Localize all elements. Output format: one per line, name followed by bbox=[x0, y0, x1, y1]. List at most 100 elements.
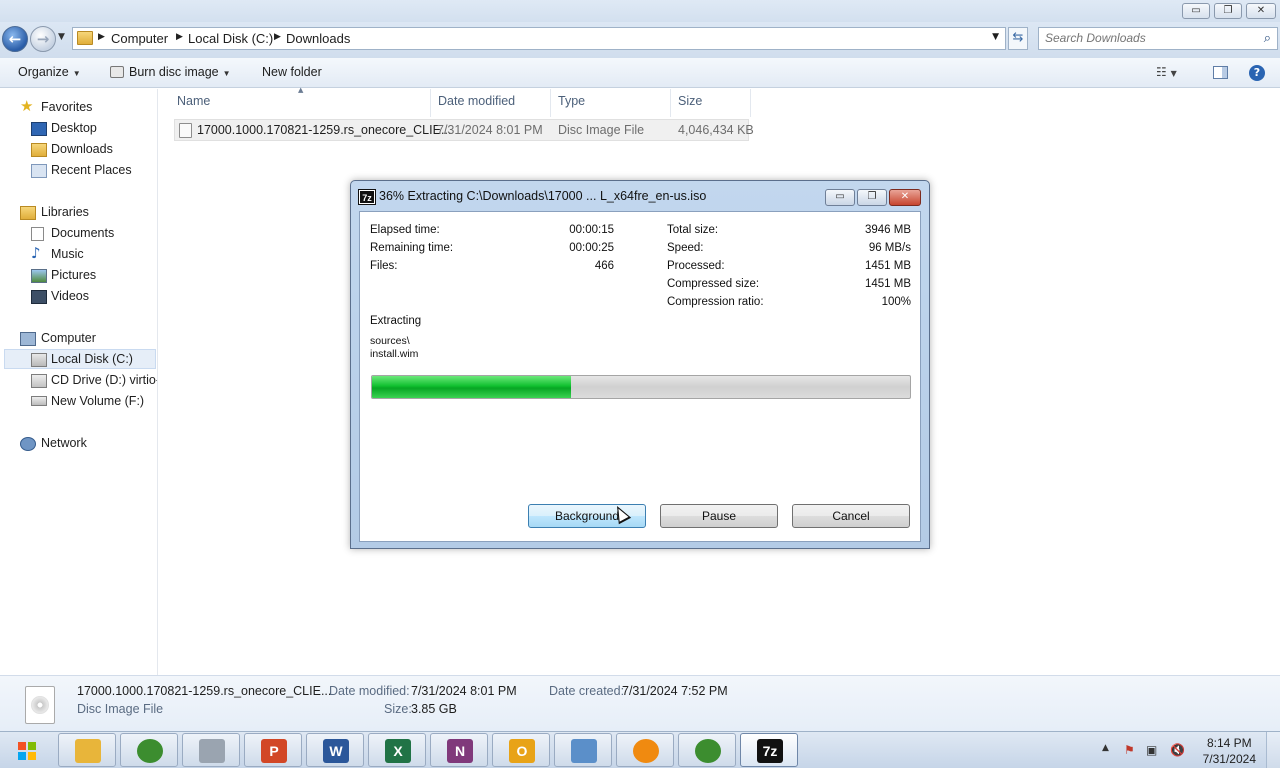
address-bar[interactable]: ▶ Computer ▶ Local Disk (C:) ▶ Downloads… bbox=[72, 27, 1006, 50]
dialog-title-text: 36% Extracting C:\Downloads\17000 ... L_… bbox=[379, 189, 707, 203]
dialog-minimize-button[interactable]: ▭ bbox=[825, 189, 855, 206]
nav-music[interactable]: Music bbox=[51, 247, 84, 261]
address-dropdown-icon[interactable]: ▼ bbox=[992, 32, 999, 42]
speed-label: Speed: bbox=[667, 242, 704, 254]
extract-progress-bar bbox=[371, 375, 911, 399]
compressed-size-value: 1451 MB bbox=[864, 278, 911, 290]
change-view-button[interactable]: ☷ ▼ bbox=[1156, 65, 1177, 79]
organize-label: Organize bbox=[18, 65, 69, 79]
new-folder-button[interactable]: New folder bbox=[262, 65, 322, 79]
compressed-size-label: Compressed size: bbox=[667, 278, 760, 290]
compression-ratio-label: Compression ratio: bbox=[667, 296, 764, 308]
taskbar-outlook-button[interactable]: O bbox=[492, 733, 550, 767]
search-input[interactable] bbox=[1045, 31, 1245, 45]
nav-pictures[interactable]: Pictures bbox=[51, 268, 96, 282]
preview-pane-button[interactable] bbox=[1213, 66, 1228, 79]
breadcrumb-separator-icon[interactable]: ▶ bbox=[98, 32, 105, 42]
nav-recent-places[interactable]: Recent Places bbox=[51, 163, 132, 177]
breadcrumb-separator-icon[interactable]: ▶ bbox=[176, 32, 183, 42]
dialog-title: 7z 36% Extracting C:\Downloads\17000 ... … bbox=[358, 189, 707, 205]
chevron-down-icon: ▼ bbox=[222, 69, 231, 78]
elapsed-time-value: 00:00:15 bbox=[569, 224, 614, 236]
column-date-modified[interactable]: Date modified bbox=[438, 94, 515, 108]
column-divider[interactable] bbox=[430, 89, 431, 117]
cancel-button[interactable]: Cancel bbox=[792, 504, 910, 528]
nav-cd-drive[interactable]: CD Drive (D:) virtio-w bbox=[51, 373, 157, 387]
breadcrumb-separator-icon[interactable]: ▶ bbox=[274, 32, 281, 42]
remaining-time-value: 00:00:25 bbox=[569, 242, 614, 254]
videos-icon bbox=[31, 290, 47, 304]
taskbar-virtualbox-button[interactable] bbox=[182, 733, 240, 767]
volume-muted-icon[interactable]: 🔇 bbox=[1170, 743, 1185, 757]
column-type[interactable]: Type bbox=[558, 94, 585, 108]
column-divider[interactable] bbox=[670, 89, 671, 117]
forward-button[interactable]: → bbox=[30, 26, 56, 52]
speed-value: 96 MB/s bbox=[868, 242, 911, 254]
minimize-button[interactable]: ▭ bbox=[1182, 3, 1210, 19]
nav-documents[interactable]: Documents bbox=[51, 226, 114, 240]
column-size[interactable]: Size bbox=[678, 94, 702, 108]
pictures-icon bbox=[31, 269, 47, 283]
dialog-body: Elapsed time: 00:00:15 Remaining time: 0… bbox=[359, 211, 921, 542]
chevron-down-icon: ▼ bbox=[1170, 69, 1177, 78]
breadcrumb-computer[interactable]: Computer bbox=[111, 31, 168, 46]
nav-videos[interactable]: Videos bbox=[51, 289, 89, 303]
nav-downloads[interactable]: Downloads bbox=[51, 142, 113, 156]
taskbar-chrome-button[interactable] bbox=[120, 733, 178, 767]
taskbar-excel-button[interactable]: X bbox=[368, 733, 426, 767]
help-button[interactable]: ? bbox=[1249, 65, 1265, 81]
column-name[interactable]: Name bbox=[177, 94, 210, 108]
refresh-button[interactable]: ⇆ bbox=[1008, 27, 1028, 50]
back-button[interactable]: ← bbox=[2, 26, 28, 52]
show-hidden-icons-icon[interactable]: ▲ bbox=[1102, 743, 1109, 753]
column-divider[interactable] bbox=[550, 89, 551, 117]
close-button[interactable]: ✕ bbox=[1246, 3, 1276, 19]
organize-button[interactable]: Organize ▼ bbox=[18, 65, 81, 79]
details-date-created: 7/31/2024 7:52 PM bbox=[622, 684, 728, 698]
column-divider[interactable] bbox=[750, 89, 751, 117]
details-file-name: 17000.1000.170821-1259.rs_onecore_CLIE..… bbox=[77, 684, 332, 698]
elapsed-time-label: Elapsed time: bbox=[370, 224, 440, 236]
dialog-maximize-button[interactable]: ❐ bbox=[857, 189, 887, 206]
pause-button[interactable]: Pause bbox=[660, 504, 778, 528]
nav-computer[interactable]: Computer bbox=[41, 331, 96, 345]
table-row[interactable]: 17000.1000.170821-1259.rs_onecore_CLIE..… bbox=[174, 119, 754, 141]
remote-desktop-icon bbox=[571, 739, 597, 763]
nav-desktop[interactable]: Desktop bbox=[51, 121, 97, 135]
taskbar-powerpoint-button[interactable]: P bbox=[244, 733, 302, 767]
taskbar-7zip-button[interactable]: 7z bbox=[740, 733, 798, 767]
nav-libraries[interactable]: Libraries bbox=[41, 205, 89, 219]
show-desktop-button[interactable] bbox=[1266, 732, 1280, 768]
taskbar-chrome-2-button[interactable] bbox=[678, 733, 736, 767]
taskbar-onenote-button[interactable]: N bbox=[430, 733, 488, 767]
search-box[interactable]: ⌕ bbox=[1038, 27, 1278, 50]
burn-disc-image-button[interactable]: Burn disc image ▼ bbox=[110, 65, 231, 79]
dialog-close-button[interactable]: ✕ bbox=[889, 189, 921, 206]
nav-new-volume[interactable]: New Volume (F:) bbox=[51, 394, 144, 408]
details-file-type: Disc Image File bbox=[77, 702, 164, 716]
recent-pages-dropdown[interactable]: ▼ bbox=[58, 32, 65, 42]
search-icon[interactable]: ⌕ bbox=[1264, 31, 1271, 46]
nav-local-disk[interactable]: Local Disk (C:) bbox=[51, 352, 133, 366]
taskbar-vlc-button[interactable] bbox=[616, 733, 674, 767]
network-tray-icon[interactable]: ▣ bbox=[1146, 743, 1157, 757]
nav-favorites[interactable]: Favorites bbox=[41, 100, 92, 114]
file-size: 4,046,434 KB bbox=[678, 123, 754, 137]
burn-disc-icon bbox=[110, 66, 124, 78]
action-center-icon[interactable]: ⚑ bbox=[1124, 743, 1135, 757]
breadcrumb-local-disk[interactable]: Local Disk (C:) bbox=[188, 31, 273, 46]
taskbar-file-explorer-button[interactable] bbox=[58, 733, 116, 767]
start-button[interactable] bbox=[4, 734, 48, 766]
documents-icon bbox=[31, 227, 44, 241]
nav-network[interactable]: Network bbox=[41, 436, 87, 450]
taskbar-remote-desktop-button[interactable] bbox=[554, 733, 612, 767]
libraries-icon bbox=[20, 206, 36, 220]
taskbar-word-button[interactable]: W bbox=[306, 733, 364, 767]
virtualbox-icon bbox=[199, 739, 225, 763]
current-file: install.wim bbox=[370, 348, 419, 360]
disc-image-icon bbox=[25, 686, 55, 724]
maximize-button[interactable]: ❐ bbox=[1214, 3, 1242, 19]
breadcrumb-downloads[interactable]: Downloads bbox=[286, 31, 350, 46]
clock[interactable]: 8:14 PM 7/31/2024 bbox=[1203, 735, 1256, 767]
chevron-down-icon: ▼ bbox=[72, 69, 81, 78]
